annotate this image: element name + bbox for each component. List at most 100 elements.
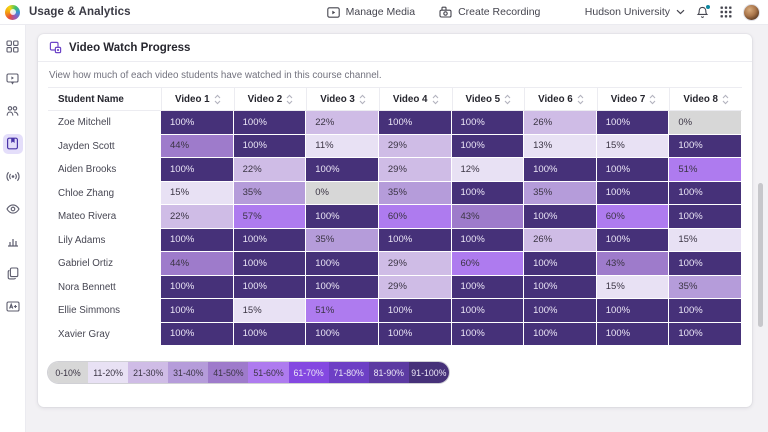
watch-percent-cell: 100% xyxy=(452,182,525,206)
column-header[interactable]: Video 6 xyxy=(524,88,597,110)
column-header-label: Video 3 xyxy=(320,94,355,105)
watch-percent-cell: 100% xyxy=(234,111,307,135)
column-header-label: Video 1 xyxy=(175,94,210,105)
student-name: Gabriel Ortiz xyxy=(48,252,161,276)
watch-percent-cell: 100% xyxy=(234,135,307,159)
watch-percent-cell: 100% xyxy=(597,323,670,347)
copies-icon xyxy=(7,267,19,280)
watch-percent-cell: 100% xyxy=(234,323,307,347)
column-header[interactable]: Video 1 xyxy=(161,88,234,110)
column-header[interactable]: Video 8 xyxy=(669,88,742,110)
card-header: Video Watch Progress xyxy=(38,34,752,62)
watch-percent-cell: 100% xyxy=(524,299,597,323)
table-row: Lily Adams100%100%35%100%100%26%100%15% xyxy=(48,229,742,253)
student-name: Lily Adams xyxy=(48,229,161,253)
chevron-down-icon xyxy=(676,9,685,15)
watch-percent-cell: 100% xyxy=(597,111,670,135)
watch-percent-cell: 60% xyxy=(379,205,452,229)
watch-percent-cell: 43% xyxy=(597,252,670,276)
sort-icon xyxy=(577,94,584,105)
notifications-button[interactable] xyxy=(696,6,709,19)
table-row: Nora Bennett100%100%100%29%100%100%15%35… xyxy=(48,276,742,300)
column-header-label: Video 4 xyxy=(393,94,428,105)
column-header-label: Video 8 xyxy=(683,94,718,105)
watch-percent-cell: 60% xyxy=(597,205,670,229)
bookmark-icon xyxy=(6,137,19,150)
legend-segment: 0-10% xyxy=(48,362,88,383)
sidebar-item-groups[interactable] xyxy=(3,101,23,121)
legend-segment: 31-40% xyxy=(168,362,208,383)
column-header[interactable]: Video 2 xyxy=(234,88,307,110)
dashboard-icon xyxy=(6,40,19,53)
column-header[interactable]: Video 5 xyxy=(452,88,525,110)
watch-percent-cell: 26% xyxy=(524,111,597,135)
sidebar-item-videos[interactable] xyxy=(3,69,23,89)
watch-percent-cell: 100% xyxy=(524,323,597,347)
watch-percent-cell: 11% xyxy=(306,135,379,159)
table-row: Zoe Mitchell100%100%22%100%100%26%100%0% xyxy=(48,111,742,135)
analytics-bars-icon xyxy=(7,235,19,247)
watch-percent-cell: 35% xyxy=(306,229,379,253)
watch-percent-cell: 29% xyxy=(379,252,452,276)
top-bar: Usage & Analytics Manage Media Create Re… xyxy=(0,0,768,25)
watch-percent-cell: 100% xyxy=(379,229,452,253)
student-name: Xavier Gray xyxy=(48,323,161,347)
broadcast-icon xyxy=(6,171,20,182)
watch-percent-cell: 13% xyxy=(524,135,597,159)
watch-percent-cell: 44% xyxy=(161,135,234,159)
watch-percent-cell: 51% xyxy=(669,158,742,182)
account-name: Hudson University xyxy=(585,6,670,18)
watch-percent-cell: 100% xyxy=(379,299,452,323)
groups-icon xyxy=(6,105,19,117)
watch-percent-cell: 100% xyxy=(524,252,597,276)
watch-percent-cell: 100% xyxy=(597,158,670,182)
table-row: Jayden Scott44%100%11%29%100%13%15%100% xyxy=(48,135,742,159)
create-recording-button[interactable]: Create Recording xyxy=(439,6,540,18)
apps-grid-button[interactable] xyxy=(720,6,732,18)
manage-media-button[interactable]: Manage Media xyxy=(327,6,415,18)
watch-percent-cell: 100% xyxy=(161,229,234,253)
legend-segment: 41-50% xyxy=(208,362,248,383)
legend-segment: 11-20% xyxy=(88,362,128,383)
sidebar-item-broadcast[interactable] xyxy=(3,166,23,186)
legend-segment: 51-60% xyxy=(248,362,288,383)
student-name: Mateo Rivera xyxy=(48,205,161,229)
sidebar-item-dashboard[interactable] xyxy=(3,36,23,56)
watch-eye-icon xyxy=(6,204,20,214)
table-row: Chloe Zhang15%35%0%35%100%35%100%100% xyxy=(48,182,742,206)
sidebar-item-quizzes[interactable] xyxy=(3,296,23,316)
account-switcher[interactable]: Hudson University xyxy=(585,6,685,18)
page-title: Usage & Analytics xyxy=(29,6,131,18)
watch-percent-cell: 29% xyxy=(379,135,452,159)
watch-percent-cell: 60% xyxy=(452,252,525,276)
column-header[interactable]: Video 3 xyxy=(306,88,379,110)
watch-percent-cell: 0% xyxy=(306,182,379,206)
table-row: Aiden Brooks100%22%100%29%12%100%100%51% xyxy=(48,158,742,182)
sidebar-item-bookmarks[interactable] xyxy=(3,134,23,154)
sidebar-item-watch[interactable] xyxy=(3,199,23,219)
column-header[interactable]: Video 4 xyxy=(379,88,452,110)
user-avatar[interactable] xyxy=(743,4,760,21)
watch-percent-cell: 15% xyxy=(234,299,307,323)
watch-percent-cell: 22% xyxy=(161,205,234,229)
watch-percent-cell: 100% xyxy=(669,252,742,276)
watch-percent-cell: 35% xyxy=(669,276,742,300)
watch-percent-cell: 100% xyxy=(452,323,525,347)
watch-percent-cell: 29% xyxy=(379,158,452,182)
student-name: Ellie Simmons xyxy=(48,299,161,323)
watch-percent-cell: 12% xyxy=(452,158,525,182)
sort-icon xyxy=(359,94,366,105)
watch-percent-cell: 29% xyxy=(379,276,452,300)
watch-percent-cell: 100% xyxy=(306,158,379,182)
watch-percent-cell: 100% xyxy=(306,252,379,276)
watch-percent-cell: 100% xyxy=(597,299,670,323)
app-logo-icon[interactable] xyxy=(5,5,20,20)
legend-segment: 61-70% xyxy=(289,362,329,383)
sidebar-item-copies[interactable] xyxy=(3,264,23,284)
column-header[interactable]: Video 7 xyxy=(597,88,670,110)
sidebar-item-analytics[interactable] xyxy=(3,231,23,251)
page-scrollbar[interactable] xyxy=(758,183,763,327)
watch-percent-cell: 100% xyxy=(234,276,307,300)
watch-percent-cell: 100% xyxy=(452,229,525,253)
watch-percent-cell: 100% xyxy=(452,299,525,323)
